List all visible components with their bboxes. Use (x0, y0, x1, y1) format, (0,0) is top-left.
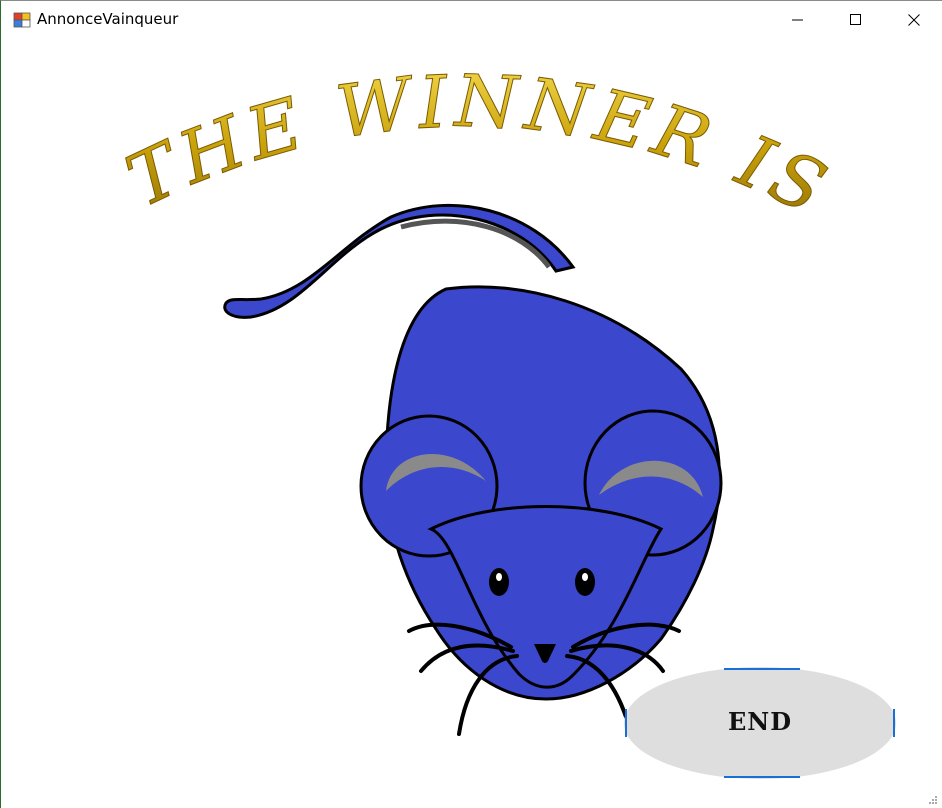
minimize-icon (792, 19, 803, 21)
app-window: AnnonceVainqueur THE WINNER IS END (0, 0, 942, 808)
window-title: AnnonceVainqueur (37, 10, 179, 28)
close-icon (908, 14, 920, 26)
focus-indicator (724, 776, 800, 778)
mouse-eye-left (489, 568, 509, 596)
mouse-eye-right (575, 568, 595, 596)
winner-mouse-image (223, 204, 723, 736)
end-button-label: END (727, 706, 793, 736)
focus-indicator (893, 709, 895, 737)
maximize-button[interactable] (827, 1, 885, 39)
client-area: THE WINNER IS END (1, 39, 942, 808)
app-icon (13, 12, 31, 28)
focus-indicator (625, 709, 627, 737)
title-bar[interactable]: AnnonceVainqueur (1, 1, 942, 39)
maximize-icon (850, 14, 861, 25)
focus-indicator (724, 668, 800, 670)
end-button[interactable]: END (624, 667, 896, 779)
minimize-button[interactable] (769, 1, 827, 39)
resize-grip-icon[interactable] (928, 795, 938, 805)
close-button[interactable] (885, 1, 942, 39)
